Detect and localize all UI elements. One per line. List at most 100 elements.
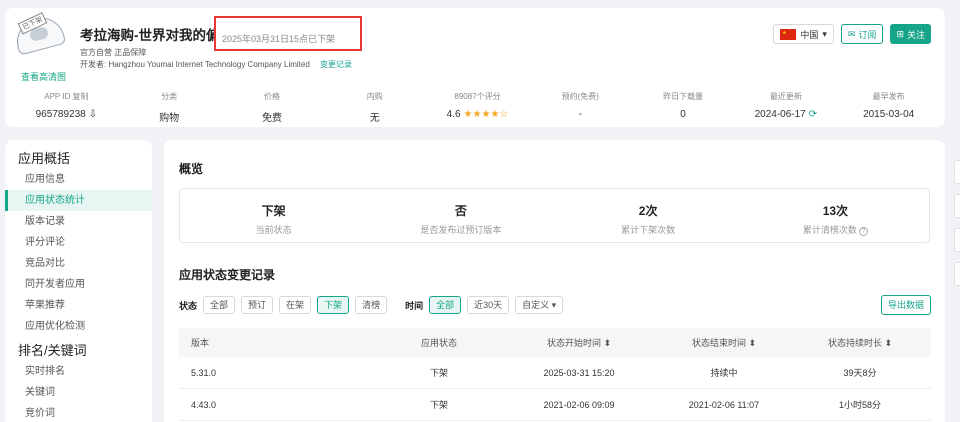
filter-status-all[interactable]: 全部 <box>203 296 236 314</box>
plus-icon: ⊞ <box>896 28 904 39</box>
sidebar-item-compare[interactable]: 竞品对比 <box>5 253 152 274</box>
subscribe-button[interactable]: ✉ 订阅 <box>840 24 884 44</box>
col-duration[interactable]: 状态持续时长 ⬍ <box>789 336 931 349</box>
stat-value: 0 <box>680 109 686 120</box>
sidebar-item-aso-check[interactable]: 应用优化检测 <box>5 316 152 337</box>
stat-value: 免费 <box>261 113 282 124</box>
stat-value: 4.6 <box>446 109 461 120</box>
stat-value: 965789238 <box>35 109 86 120</box>
stat-value: 购物 <box>159 113 180 124</box>
sidebar-item-versions[interactable]: 版本记录 <box>5 211 152 232</box>
filter-time-label: 时间 <box>405 300 424 311</box>
stat-downloads: 昨日下载量 0 <box>632 91 735 124</box>
stat-label: 最早发布 <box>872 92 905 101</box>
col-start-time[interactable]: 状态开始时间 ⬍ <box>499 336 659 349</box>
table-header: 版本 应用状态 状态开始时间 ⬍ 状态结束时间 ⬍ 状态持续时长 ⬍ <box>179 328 931 357</box>
cell-version: 5.31.0 <box>191 367 217 378</box>
delisted-highlight-box: 2025年03月31日15点已下架 <box>214 16 362 51</box>
cell-start-time: 2025-03-31 15:20 <box>543 367 615 378</box>
overview-value: 2次 <box>638 204 658 218</box>
overview-label: 是否发布过预订版本 <box>420 225 502 235</box>
filter-status-cleared[interactable]: 清榜 <box>355 296 388 314</box>
stat-label: 89087个评分 <box>454 92 501 101</box>
view-hd-link[interactable]: 查看高清图 <box>21 70 66 83</box>
col-status: 应用状态 <box>420 338 457 348</box>
stat-label: 分类 <box>161 92 178 101</box>
delisted-notice: 2025年03月31日15点已下架 <box>222 34 336 44</box>
country-select[interactable]: 中国 ▾ <box>773 24 834 44</box>
stat-label[interactable]: APP ID 复制 <box>15 91 118 103</box>
chevron-down-icon: ▾ <box>822 28 827 39</box>
stat-label: 昨日下载量 <box>663 92 704 101</box>
col-end-time[interactable]: 状态结束时间 ⬍ <box>659 336 789 349</box>
header-actions: 中国 ▾ ✉ 订阅 ⊞ 关注 <box>773 24 931 44</box>
country-label: 中国 <box>800 29 819 40</box>
refresh-icon[interactable]: ⟳ <box>809 109 817 120</box>
overview-label: 累计下架次数 <box>621 225 676 235</box>
cell-version: 4.43.0 <box>191 399 217 410</box>
cell-status: 下架 <box>429 368 448 378</box>
developer-name[interactable]: Hangzhou Youmai Internet Technology Comp… <box>108 60 309 69</box>
records-title: 应用状态变更记录 <box>179 268 276 282</box>
cell-end-time: 持续中 <box>710 368 738 378</box>
filter-time-all[interactable]: 全部 <box>429 296 462 314</box>
overview-label: 累计清榜次数? <box>742 223 929 236</box>
export-data-button[interactable]: 导出数据 <box>880 295 931 315</box>
stat-value: 2015-03-04 <box>863 109 915 120</box>
help-icon[interactable]: ? <box>858 227 868 236</box>
sidebar-item-status-stats[interactable]: 应用状态统计 <box>5 190 152 211</box>
stat-label: 价格 <box>263 92 280 101</box>
filter-status-onshelf[interactable]: 在架 <box>279 296 312 314</box>
developer-label: 开发者: <box>80 60 107 69</box>
stat-iap: 内购 无 <box>323 91 426 124</box>
sidebar-item-app-info[interactable]: 应用信息 <box>5 169 152 190</box>
filter-status-preorder[interactable]: 预订 <box>241 296 274 314</box>
rating-stars: ★★★★☆ <box>463 109 509 120</box>
sidebar-group-overview: 应用概括 <box>18 151 71 166</box>
subscribe-label: 订阅 <box>858 29 877 40</box>
stat-category: 分类 购物 <box>118 91 221 124</box>
table-row: 4.43.0 下架 2021-02-06 09:09 2021-02-06 11… <box>179 389 931 421</box>
change-record-link[interactable]: 变更记录 <box>320 60 352 69</box>
sidebar-item-bid-words[interactable]: 竞价词 <box>5 403 152 422</box>
status-record-table: 版本 应用状态 状态开始时间 ⬍ 状态结束时间 ⬍ 状态持续时长 ⬍ 5.31.… <box>179 328 931 421</box>
col-version: 版本 <box>191 338 210 348</box>
sidebar-item-realtime-rank[interactable]: 实时排名 <box>5 361 152 382</box>
sidebar-item-apple-featured[interactable]: 苹果推荐 <box>5 295 152 316</box>
sidebar-item-keywords[interactable]: 关键词 <box>5 382 152 403</box>
overview-title: 概览 <box>179 162 204 176</box>
filter-status-delisted[interactable]: 下架 <box>317 296 350 314</box>
stat-app-id: APP ID 复制 965789238 ⇩ <box>15 91 118 124</box>
official-badge: 官方自营 正品保障 <box>80 48 147 57</box>
stat-last-update: 最近更新 2024-06-17 ⟳ <box>734 91 837 124</box>
stat-first-release: 最早发布 2015-03-04 <box>837 91 940 124</box>
table-row: 5.31.0 下架 2025-03-31 15:20 持续中 39天8分 <box>179 357 931 389</box>
overview-delist-count: 2次 累计下架次数 <box>555 189 742 242</box>
stat-label: 最近更新 <box>769 92 802 101</box>
sidebar-group-ranking: 排名/关键词 <box>18 343 87 358</box>
filter-status-label: 状态 <box>179 300 198 311</box>
side-float-tab[interactable] <box>954 262 960 286</box>
side-float-tab[interactable] <box>954 228 960 252</box>
stat-value: 无 <box>369 113 380 124</box>
follow-button[interactable]: ⊞ 关注 <box>890 24 931 44</box>
overview-value: 13次 <box>822 204 849 218</box>
filter-bar: 状态 全部 预订 在架 下架 清榜 时间 全部 近30天 自定义 ▾ 导出数据 <box>179 295 931 315</box>
app-header-card: 已下架 查看高清图 考拉海购-世界对我的偏爱 2025年03月31日15点已下架… <box>5 8 945 127</box>
cloud-download-icon[interactable]: ⇩ <box>89 109 97 120</box>
sidebar-item-reviews[interactable]: 评分评论 <box>5 232 152 253</box>
developer-line: 开发者: Hangzhou Youmai Internet Technology… <box>80 59 352 70</box>
stat-label: 预约(免费) <box>561 92 599 101</box>
cell-end-time: 2021-02-06 11:07 <box>688 399 760 410</box>
mail-icon: ✉ <box>847 28 856 39</box>
overview-value: 否 <box>454 204 467 218</box>
cell-status: 下架 <box>429 400 448 410</box>
side-float-tab[interactable] <box>954 160 960 184</box>
filter-time-custom[interactable]: 自定义 ▾ <box>515 296 564 314</box>
cell-start-time: 2021-02-06 09:09 <box>543 399 615 410</box>
app-title: 考拉海购-世界对我的偏爱 <box>80 28 215 43</box>
side-float-tab[interactable] <box>954 194 960 218</box>
overview-box: 下架 当前状态 否 是否发布过预订版本 2次 累计下架次数 13次 累计清榜次数… <box>179 188 930 243</box>
sidebar-item-same-developer[interactable]: 同开发者应用 <box>5 274 152 295</box>
filter-time-30days[interactable]: 近30天 <box>467 296 510 314</box>
